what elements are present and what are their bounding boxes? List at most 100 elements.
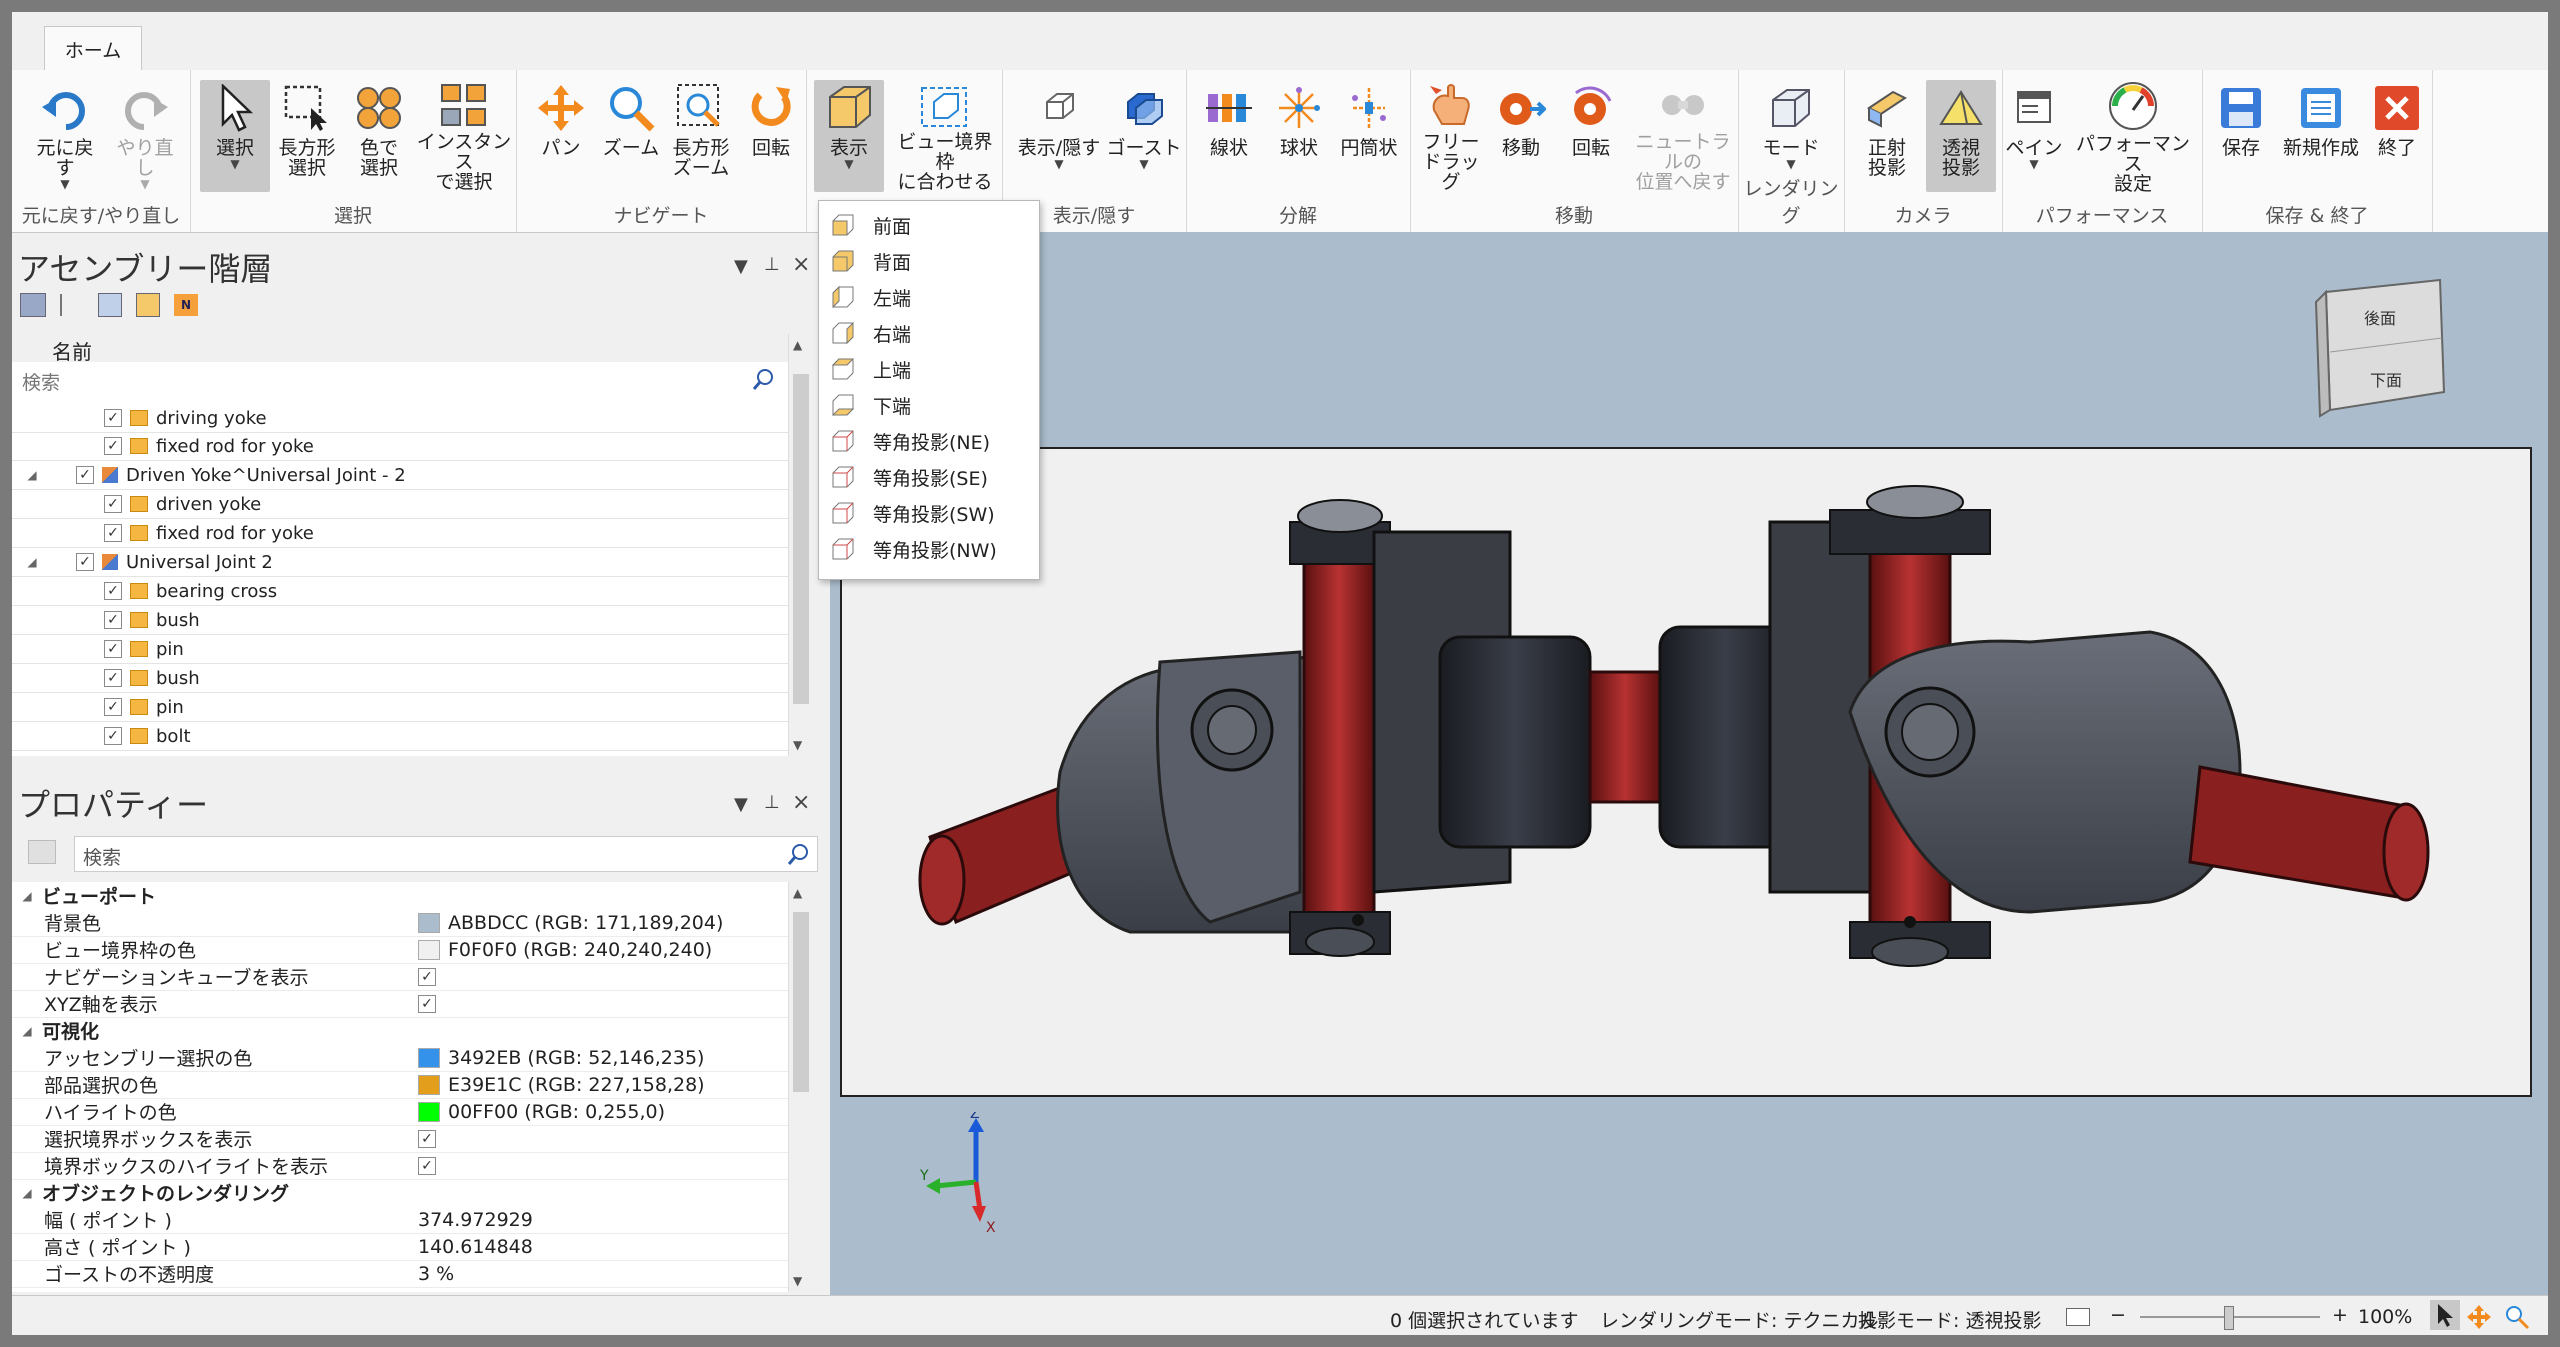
save-button[interactable]: 保存 bbox=[2206, 80, 2276, 192]
scroll-thumb[interactable] bbox=[793, 374, 809, 704]
column-header[interactable]: 名前 bbox=[12, 334, 788, 364]
tree-item[interactable]: ✓ pin bbox=[12, 693, 788, 722]
collapse-icon[interactable] bbox=[98, 293, 122, 317]
assembly-search-field[interactable]: 検索 bbox=[12, 362, 788, 397]
collapse-arrow-icon[interactable]: ◢ bbox=[12, 555, 52, 569]
checkbox[interactable]: ✓ bbox=[104, 582, 122, 600]
checkbox[interactable]: ✓ bbox=[104, 495, 122, 513]
panel-menu-icon[interactable]: ▼ bbox=[734, 256, 748, 277]
screen-icon[interactable] bbox=[2066, 1308, 2090, 1326]
select-mode-button[interactable] bbox=[2430, 1300, 2460, 1330]
select-by-color-button[interactable]: 色で 選択 bbox=[344, 80, 414, 192]
collapse-arrow-icon[interactable]: ◢ bbox=[12, 1024, 42, 1038]
menu-item-right[interactable]: 右端 bbox=[819, 315, 1039, 351]
zoom-button[interactable]: ズーム bbox=[596, 80, 666, 192]
scroll-thumb[interactable] bbox=[793, 912, 809, 1092]
tree-item[interactable]: ✓ bearing cross bbox=[12, 577, 788, 606]
zoom-slider-thumb[interactable] bbox=[2224, 1306, 2234, 1330]
tree-item[interactable]: ✓ fixed rod for yoke bbox=[12, 519, 788, 548]
view-button[interactable]: 表示 ▼ bbox=[814, 80, 884, 192]
scroll-up-icon[interactable]: ▲ bbox=[793, 338, 802, 352]
checkbox[interactable]: ✓ bbox=[104, 437, 122, 455]
expand-icon[interactable] bbox=[60, 294, 84, 316]
rectangle-select-button[interactable]: 長方形 選択 bbox=[272, 80, 342, 192]
tree-item[interactable]: ✓bolt bbox=[12, 722, 788, 751]
navcube-back-face[interactable]: 後面 bbox=[2364, 309, 2396, 328]
checkbox[interactable]: ✓ bbox=[418, 967, 436, 986]
new-button[interactable]: 新規作成 bbox=[2278, 80, 2364, 192]
tree-item[interactable]: ✓ driven yoke bbox=[12, 490, 788, 519]
property-row[interactable]: 選択境界ボックスを表示 ✓ bbox=[12, 1125, 788, 1153]
category-viewport[interactable]: ◢ ビューポート bbox=[12, 882, 788, 909]
checkbox[interactable]: ✓ bbox=[76, 466, 94, 484]
category-visualization[interactable]: ◢ 可視化 bbox=[12, 1017, 788, 1044]
navcube-bottom-face[interactable]: 下面 bbox=[2370, 371, 2402, 390]
magnifier-icon[interactable] bbox=[2504, 1304, 2530, 1330]
scroll-up-icon[interactable]: ▲ bbox=[793, 886, 802, 900]
property-row[interactable]: ナビゲーションキューブを表示 ✓ bbox=[12, 963, 788, 991]
ghost-button[interactable]: ゴースト ▼ bbox=[1104, 80, 1184, 192]
property-row[interactable]: 幅 ( ポイント ) 374.972929 bbox=[12, 1206, 788, 1234]
exit-button[interactable]: 終了 bbox=[2362, 80, 2432, 192]
menu-item-iso-sw[interactable]: 等角投影(SW) bbox=[819, 495, 1039, 531]
tree-item[interactable]: ◢ ✓ Driven Yoke^Universal Joint - 2 bbox=[12, 461, 788, 490]
pin-icon[interactable]: ⊥ bbox=[764, 254, 780, 275]
select-button[interactable]: 選択 ▼ bbox=[200, 80, 270, 192]
zoom-out-button[interactable]: − bbox=[2110, 1304, 2126, 1326]
collapse-arrow-icon[interactable]: ◢ bbox=[12, 468, 52, 482]
checkbox[interactable]: ✓ bbox=[104, 611, 122, 629]
rotate-view-button[interactable]: 回転 bbox=[736, 80, 806, 192]
property-row[interactable]: 高さ ( ポイント ) 140.614848 bbox=[12, 1233, 788, 1261]
tab-home[interactable]: ホーム bbox=[44, 26, 142, 71]
assembly-scrollbar[interactable]: ▲ ▼ bbox=[788, 334, 815, 756]
menu-item-iso-ne[interactable]: 等角投影(NE) bbox=[819, 423, 1039, 459]
pin-icon[interactable]: ⊥ bbox=[764, 792, 780, 813]
checkbox[interactable]: ✓ bbox=[418, 994, 436, 1013]
property-row[interactable]: 部品選択の色 E39E1C (RGB: 227,158,28) bbox=[12, 1071, 788, 1099]
panel-menu-icon[interactable]: ▼ bbox=[734, 794, 748, 815]
pan-button[interactable]: パン bbox=[526, 80, 596, 192]
property-row[interactable]: 境界ボックスのハイライトを表示 ✓ bbox=[12, 1152, 788, 1180]
menu-item-iso-se[interactable]: 等角投影(SE) bbox=[819, 459, 1039, 495]
rename-icon[interactable]: N bbox=[174, 294, 198, 316]
orthographic-button[interactable]: 正射 投影 bbox=[1852, 80, 1922, 192]
checkbox[interactable]: ✓ bbox=[104, 524, 122, 542]
property-row[interactable]: 背景色 ABBDCC (RGB: 171,189,204) bbox=[12, 909, 788, 937]
zoom-slider[interactable] bbox=[2140, 1306, 2320, 1330]
pane-button[interactable]: ペイン ▼ bbox=[2004, 80, 2064, 192]
collapse-arrow-icon[interactable]: ◢ bbox=[12, 889, 42, 903]
perspective-button[interactable]: 透視 投影 bbox=[1926, 80, 1996, 192]
checkbox[interactable]: ✓ bbox=[418, 1156, 436, 1175]
assembly-view-icon[interactable] bbox=[20, 293, 46, 317]
select-by-instance-button[interactable]: インスタンス で選択 bbox=[416, 80, 512, 192]
property-row[interactable]: ゴーストの不透明度 3 % bbox=[12, 1260, 788, 1288]
property-row[interactable]: ハイライトの色 00FF00 (RGB: 0,255,0) bbox=[12, 1098, 788, 1126]
universal-joint-model[interactable] bbox=[830, 232, 2548, 1308]
rectangle-zoom-button[interactable]: 長方形 ズーム bbox=[666, 80, 736, 192]
property-row[interactable]: XYZ軸を表示 ✓ bbox=[12, 990, 788, 1018]
tree-item[interactable]: ◢ ✓ Universal Joint 2 bbox=[12, 548, 788, 577]
performance-settings-button[interactable]: パフォーマンス 設定 bbox=[2068, 80, 2198, 194]
checkbox[interactable]: ✓ bbox=[104, 640, 122, 658]
explode-cylindrical-button[interactable]: 円筒状 bbox=[1334, 80, 1404, 192]
checkbox[interactable]: ✓ bbox=[104, 409, 122, 427]
checkbox[interactable]: ✓ bbox=[104, 727, 122, 745]
close-icon[interactable]: × bbox=[792, 252, 810, 277]
tree-item[interactable]: ✓ pin bbox=[12, 635, 788, 664]
show-hide-button[interactable]: 表示/隠す ▼ bbox=[1014, 80, 1104, 192]
menu-item-bottom[interactable]: 下端 bbox=[819, 387, 1039, 423]
rotate-part-button[interactable]: 回転 bbox=[1556, 80, 1626, 192]
collapse-arrow-icon[interactable]: ◢ bbox=[12, 1186, 42, 1200]
explode-linear-button[interactable]: 線状 bbox=[1194, 80, 1264, 192]
close-icon[interactable]: × bbox=[792, 790, 810, 815]
reset-position-button[interactable]: ニュートラルの 位置へ戻す bbox=[1628, 80, 1738, 192]
properties-scrollbar[interactable]: ▲ ▼ bbox=[788, 882, 815, 1292]
fit-view-button[interactable]: ビュー境界枠 に合わせる bbox=[890, 80, 1000, 192]
pan-icon[interactable] bbox=[2466, 1304, 2492, 1330]
move-button[interactable]: 移動 bbox=[1486, 80, 1556, 192]
explode-spherical-button[interactable]: 球状 bbox=[1264, 80, 1334, 192]
checkbox[interactable]: ✓ bbox=[104, 698, 122, 716]
menu-item-top[interactable]: 上端 bbox=[819, 351, 1039, 387]
3d-viewport[interactable]: 後面 下面 Z Y X bbox=[830, 232, 2548, 1308]
tree-item[interactable]: ✓ bush bbox=[12, 664, 788, 693]
